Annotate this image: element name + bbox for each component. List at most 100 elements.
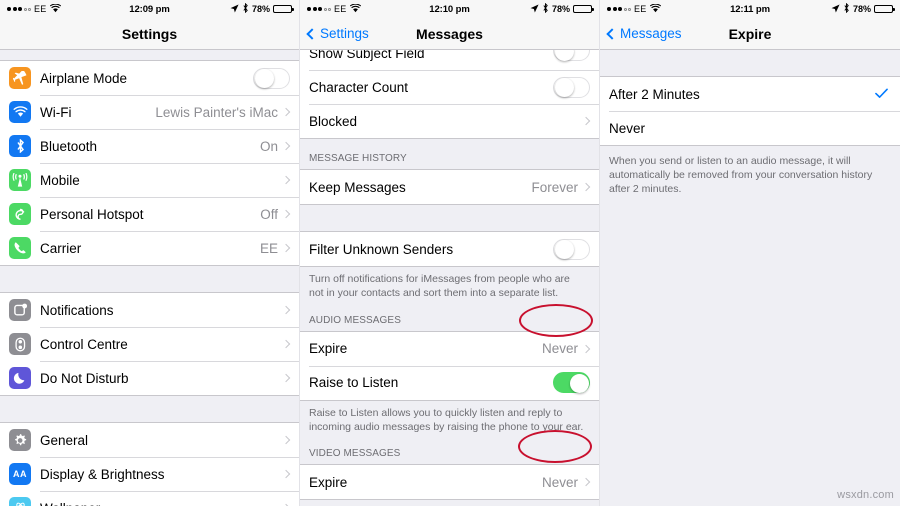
- sidebar-item-wifi[interactable]: Wi-Fi Lewis Painter's iMac: [0, 95, 299, 129]
- row-label: Filter Unknown Senders: [309, 241, 454, 257]
- messages-group-history: Keep Messages Forever: [300, 169, 599, 205]
- sidebar-item-label: General: [40, 432, 89, 448]
- chevron-right-icon: [281, 107, 291, 117]
- sidebar-item-do-not-disturb[interactable]: Do Not Disturb: [0, 361, 299, 395]
- back-button[interactable]: Messages: [600, 26, 682, 41]
- panel-expire: EE 12:11 pm 78% Messages Expire After 2 …: [600, 0, 900, 506]
- row-show-subject-field[interactable]: Show Subject Field: [300, 40, 599, 70]
- expire-options-group: After 2 Minutes Never: [600, 76, 900, 146]
- watermark: wsxdn.com: [837, 489, 894, 501]
- video-expire-value: Never: [541, 474, 578, 490]
- sidebar-item-notifications[interactable]: Notifications: [0, 293, 299, 327]
- footnote-expire: When you send or listen to an audio mess…: [600, 146, 900, 207]
- chevron-right-icon: [281, 209, 291, 219]
- settings-group-general: General AA Display & Brightness Wallpape…: [0, 422, 299, 506]
- row-character-count[interactable]: Character Count: [300, 70, 599, 104]
- footnote-video-messages: Tap and hold the camera button in Messag…: [300, 500, 599, 506]
- sidebar-item-wallpaper[interactable]: Wallpaper: [0, 491, 299, 506]
- bluetooth-icon: [242, 2, 249, 15]
- raise-to-listen-toggle[interactable]: [553, 372, 590, 394]
- row-label: Character Count: [309, 79, 409, 95]
- sidebar-item-carrier[interactable]: Carrier EE: [0, 231, 299, 265]
- back-button[interactable]: Settings: [300, 26, 369, 41]
- chevron-right-icon: [281, 175, 291, 185]
- chevron-right-icon: [281, 373, 291, 383]
- status-bar: EE 12:11 pm 78%: [600, 0, 900, 18]
- airplane-mode-toggle[interactable]: [253, 67, 290, 89]
- list-gap: [0, 50, 299, 60]
- row-video-expire[interactable]: Expire Never: [300, 465, 599, 500]
- sidebar-item-control-centre[interactable]: Control Centre: [0, 327, 299, 361]
- filter-unknown-senders-toggle[interactable]: [553, 238, 590, 260]
- bluetooth-icon: [542, 2, 549, 15]
- messages-list: Show Subject Field Character Count Block…: [300, 40, 599, 506]
- row-filter-unknown-senders[interactable]: Filter Unknown Senders: [300, 232, 599, 266]
- status-bar-right: 78%: [530, 2, 594, 15]
- status-battery-percent: 78%: [852, 4, 871, 14]
- chevron-right-icon: [281, 305, 291, 315]
- sidebar-item-label: Notifications: [40, 302, 114, 318]
- wallpaper-icon: [9, 497, 31, 506]
- row-label: Expire: [309, 474, 348, 490]
- row-blocked[interactable]: Blocked: [300, 104, 599, 138]
- option-never[interactable]: Never: [600, 111, 900, 145]
- wifi-value: Lewis Painter's iMac: [155, 104, 278, 120]
- sidebar-item-display-brightness[interactable]: AA Display & Brightness: [0, 457, 299, 491]
- list-gap: [0, 266, 299, 292]
- list-gap: [600, 50, 900, 76]
- panel-settings: EE 12:09 pm 78% Settings Airplane Mode W…: [0, 0, 300, 506]
- option-label: Never: [609, 120, 646, 136]
- chevron-left-icon: [606, 27, 618, 40]
- settings-group-connectivity: Airplane Mode Wi-Fi Lewis Painter's iMac: [0, 60, 299, 266]
- bluetooth-value: On: [259, 138, 278, 154]
- character-count-toggle[interactable]: [553, 76, 590, 98]
- row-keep-messages[interactable]: Keep Messages Forever: [300, 170, 599, 204]
- nav-bar: Settings Messages: [300, 18, 599, 50]
- settings-list: Airplane Mode Wi-Fi Lewis Painter's iMac: [0, 50, 299, 506]
- row-audio-expire[interactable]: Expire Never: [300, 331, 599, 366]
- chevron-right-icon: [581, 478, 591, 487]
- option-after-2-minutes[interactable]: After 2 Minutes: [600, 77, 900, 111]
- sidebar-item-label: Personal Hotspot: [40, 206, 144, 222]
- nav-bar: Messages Expire: [600, 18, 900, 50]
- chevron-right-icon: [281, 243, 291, 253]
- bluetooth-icon: [9, 135, 31, 157]
- nav-bar: Settings: [0, 18, 299, 50]
- footnote-raise-to-listen: Raise to Listen allows you to quickly li…: [300, 400, 599, 445]
- location-arrow-icon: [831, 4, 840, 15]
- sidebar-item-label: Wallpaper: [40, 501, 283, 506]
- sidebar-item-personal-hotspot[interactable]: Personal Hotspot Off: [0, 197, 299, 231]
- status-bar: EE 12:10 pm 78%: [300, 0, 599, 18]
- battery-icon: [874, 4, 895, 14]
- chevron-right-icon: [281, 469, 291, 479]
- status-bar: EE 12:09 pm 78%: [0, 0, 299, 18]
- sidebar-item-label: Mobile: [40, 172, 80, 188]
- chevron-right-icon: [581, 182, 591, 192]
- airplane-icon: [9, 67, 31, 89]
- sidebar-item-airplane-mode[interactable]: Airplane Mode: [0, 61, 299, 95]
- sidebar-item-mobile[interactable]: Mobile: [0, 163, 299, 197]
- messages-group-audio: Expire Never Raise to Listen: [300, 330, 599, 401]
- sidebar-item-bluetooth[interactable]: Bluetooth On: [0, 129, 299, 163]
- messages-group-filter: Filter Unknown Senders: [300, 231, 599, 267]
- moon-icon: [9, 367, 31, 389]
- section-header-audio-messages: AUDIO MESSAGES: [300, 310, 599, 331]
- bluetooth-icon: [843, 2, 850, 15]
- location-arrow-icon: [530, 4, 539, 15]
- notifications-icon: [9, 299, 31, 321]
- row-label: Keep Messages: [309, 179, 406, 195]
- messages-group-video: Expire Never: [300, 464, 599, 501]
- phone-icon: [9, 237, 31, 259]
- wifi-icon: [9, 101, 31, 123]
- cellular-icon: [9, 169, 31, 191]
- sidebar-item-label: Wi-Fi: [40, 104, 72, 120]
- sidebar-item-label: Carrier: [40, 240, 82, 256]
- display-brightness-icon: AA: [9, 463, 31, 485]
- chevron-right-icon: [581, 344, 591, 353]
- page-title: Settings: [121, 25, 178, 42]
- chevron-right-icon: [581, 116, 591, 126]
- footnote-filter-unknown-senders: Turn off notifications for iMessages fro…: [300, 267, 599, 311]
- sidebar-item-general[interactable]: General: [0, 423, 299, 457]
- sidebar-item-label: Airplane Mode: [40, 70, 128, 86]
- row-raise-to-listen[interactable]: Raise to Listen: [300, 365, 599, 400]
